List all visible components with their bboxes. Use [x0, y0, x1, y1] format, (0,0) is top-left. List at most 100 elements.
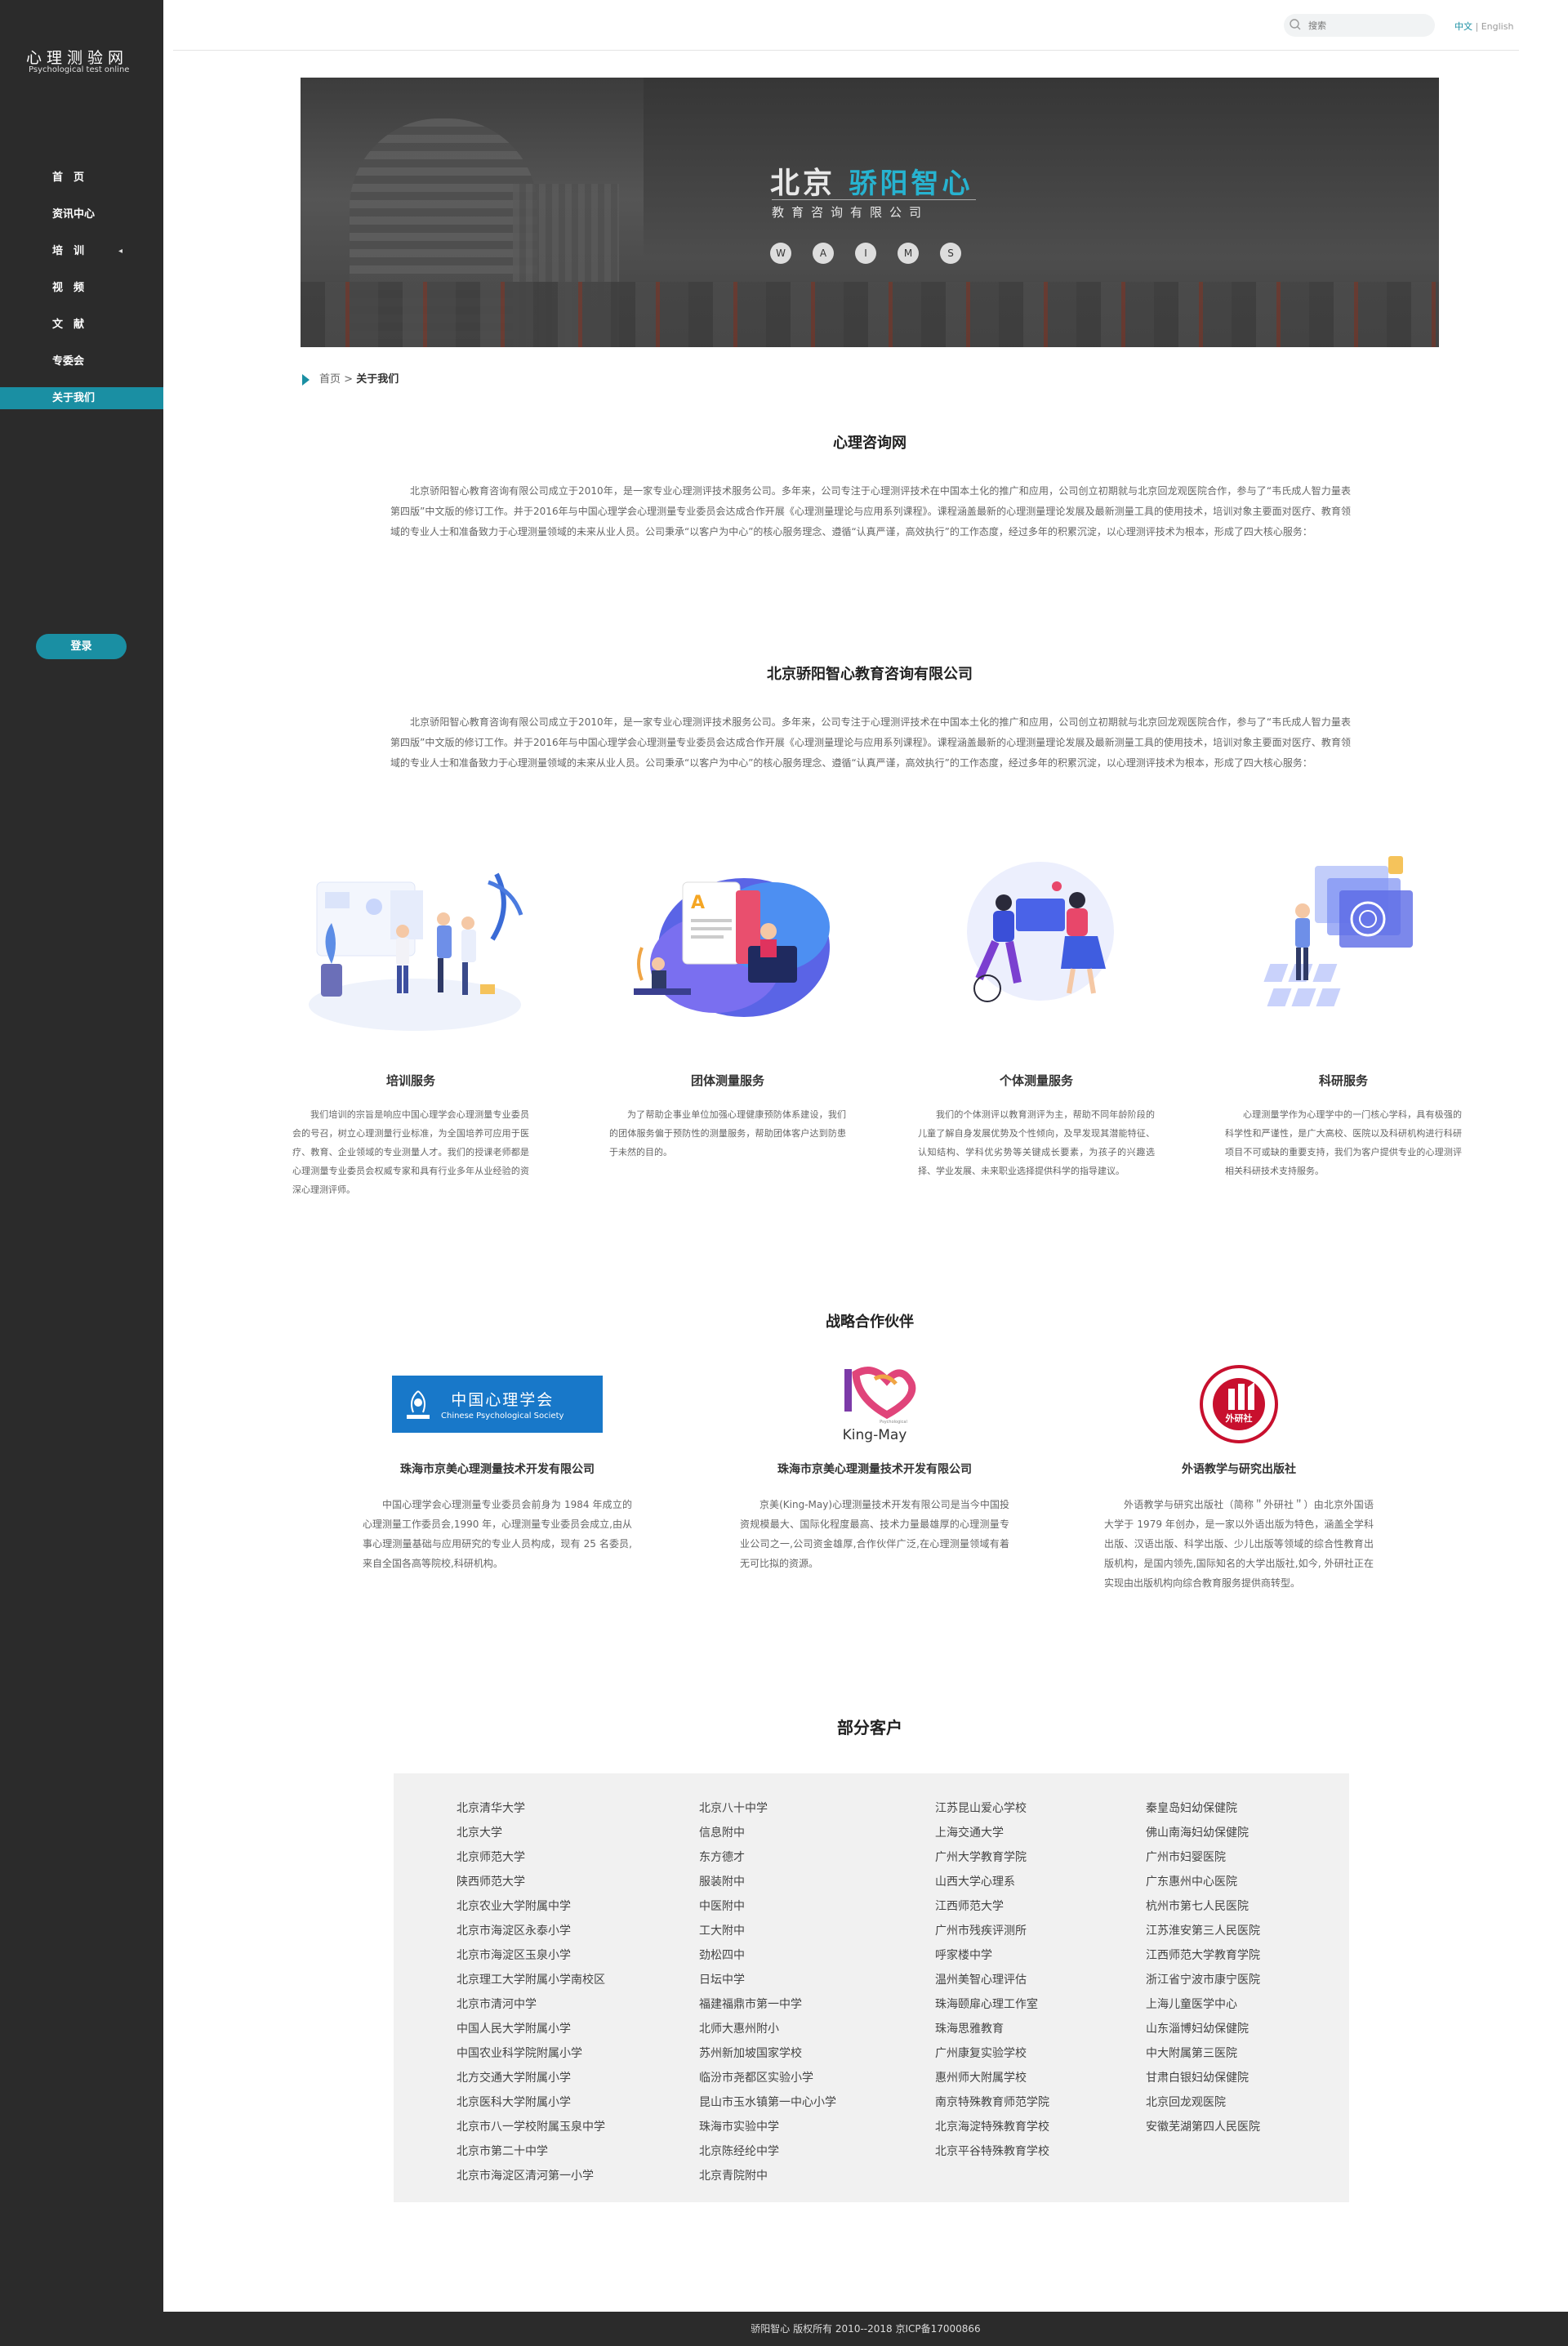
- service-title: 团体测量服务: [690, 1073, 764, 1088]
- client-item: 中大附属第三医院: [1146, 2047, 1237, 2060]
- partner-card-cps: 中国心理学会 Chinese Psychological Society 珠海市…: [363, 1356, 632, 1573]
- nav-label: 视 频: [52, 282, 85, 294]
- client-item: 中医附中: [699, 1900, 745, 1913]
- nav-item-committee[interactable]: 专委会: [0, 350, 163, 372]
- section-paragraph: 北京骄阳智心教育咨询有限公司成立于2010年，是一家专业心理测评技术服务公司。多…: [390, 716, 1351, 769]
- partner-card-kingmay: King-May Psychological 珠海市京美心理测量技术开发有限公司…: [740, 1356, 1009, 1573]
- client-item: 山东淄博妇幼保健院: [1146, 2023, 1249, 2036]
- client-item: 东方德才: [699, 1851, 745, 1864]
- svg-text:A: A: [691, 893, 705, 913]
- service-description: 心理测量学作为心理学中的一门核心学科，具有极强的科学性和严谨性，是广大高校、医院…: [1225, 1109, 1462, 1176]
- search-input[interactable]: [1308, 16, 1431, 34]
- partner-description: 京美(King-May)心理测量技术开发有限公司是当今中国投资规模最大、国际化程…: [740, 1499, 1009, 1569]
- client-item: 浙江省宁波市康宁医院: [1146, 1974, 1260, 1987]
- partner-logo: 外研社: [1104, 1356, 1374, 1452]
- breadcrumb: 首页 > 关于我们: [302, 370, 399, 386]
- nav-item-about[interactable]: 关于我们: [0, 387, 163, 409]
- client-item: 珠海思雅教育: [935, 2023, 1004, 2036]
- nav-item-home[interactable]: 首 页: [0, 167, 163, 189]
- client-item: 北京农业大学附属中学: [457, 1900, 571, 1913]
- client-item: 北京市第二十中学: [457, 2145, 548, 2158]
- client-column: 北京八十中学 信息附中 东方德才 服装附中 中医附中 工大附中 劲松四中 日坛中学 福建福鼎市第…: [699, 1796, 836, 2188]
- client-item: 广州市妇婴医院: [1146, 1851, 1226, 1864]
- client-item: 北京海淀特殊教育学校: [935, 2121, 1049, 2134]
- clients-panel: 北京清华大学 北京大学 北京师范大学 陕西师范大学 北京农业大学附属中学 北京市海淀区永泰…: [394, 1773, 1349, 2202]
- client-item: 佛山南海妇幼保健院: [1146, 1826, 1249, 1840]
- banner-letter-row: W A I M S: [770, 243, 982, 264]
- nav-item-training[interactable]: 培 训 ◂: [0, 240, 163, 262]
- banner-letter-badge: A: [813, 243, 834, 264]
- nav-item-video[interactable]: 视 频: [0, 277, 163, 299]
- client-item: 呼家楼中学: [935, 1949, 992, 1962]
- kingmay-logo: King-May Psychological: [843, 1367, 916, 1443]
- cps-logo-en: Chinese Psychological Society: [441, 1412, 564, 1421]
- client-item: 中国人民大学附属小学: [457, 2023, 571, 2036]
- search-icon[interactable]: [1289, 18, 1302, 31]
- breadcrumb-home-link[interactable]: 首页: [319, 373, 341, 386]
- banner-letter-badge: S: [940, 243, 961, 264]
- lang-chinese-link[interactable]: 中文: [1454, 21, 1472, 32]
- header-divider: [173, 50, 1519, 51]
- client-item: 北京医科大学附属小学: [457, 2096, 571, 2109]
- client-item: 广州康复实验学校: [935, 2047, 1027, 2060]
- client-item: 珠海市实验中学: [699, 2121, 779, 2134]
- nav-label: 专委会: [52, 355, 85, 368]
- service-title: 个体测量服务: [999, 1073, 1073, 1088]
- cps-logo-cn: 中国心理学会: [451, 1391, 555, 1409]
- client-item: 甘肃白银妇幼保健院: [1146, 2072, 1249, 2085]
- client-item: 山西大学心理系: [935, 1875, 1015, 1889]
- partner-name: 外语教学与研究出版社: [1182, 1463, 1296, 1476]
- client-column: 江苏昆山爱心学校 上海交通大学 广州大学教育学院 山西大学心理系 江西师范大学 广州市残疾…: [935, 1796, 1049, 2164]
- banner-city-image: [301, 282, 1439, 347]
- banner-title-accent: 骄阳智心: [849, 167, 973, 200]
- client-item: 珠海颐扉心理工作室: [935, 1998, 1038, 2011]
- service-title: 培训服务: [385, 1073, 435, 1088]
- nav-label: 资讯中心: [52, 208, 96, 221]
- client-item: 北京大学: [457, 1826, 502, 1840]
- client-column: 秦皇岛妇幼保健院 佛山南海妇幼保健院 广州市妇婴医院 广东惠州中心医院 杭州市第七人民医…: [1146, 1796, 1260, 2139]
- client-item: 杭州市第七人民医院: [1146, 1900, 1249, 1913]
- client-item: 日坛中学: [699, 1974, 745, 1987]
- client-item: 北京青院附中: [699, 2170, 768, 2183]
- client-item: 秦皇岛妇幼保健院: [1146, 1802, 1237, 1815]
- site-logo-subtitle: Psychological test online: [29, 65, 130, 74]
- banner-subtitle: 教育咨询有限公司: [772, 199, 976, 221]
- fltrp-logo-text: 外研社: [1225, 1412, 1253, 1424]
- client-item: 广东惠州中心医院: [1146, 1875, 1237, 1889]
- service-card-research: 科研服务 心理测量学作为心理学中的一门核心学科，具有极强的科学性和严谨性，是广大…: [1225, 841, 1462, 1180]
- client-item: 北京市海淀区玉泉小学: [457, 1949, 571, 1962]
- client-item: 广州市残疾评测所: [935, 1925, 1027, 1938]
- client-item: 北京理工大学附属小学南校区: [457, 1974, 605, 1987]
- client-item: 安徽芜湖第四人民医院: [1146, 2121, 1260, 2134]
- service-description: 我们的个体测评以教育测评为主，帮助不同年龄阶段的儿童了解自身发展优势及个性倾向，…: [918, 1109, 1155, 1176]
- service-description: 我们培训的宗旨是响应中国心理学会心理测量专业委员会的号召，树立心理测量行业标准，…: [292, 1109, 529, 1195]
- training-illustration: [292, 841, 529, 1037]
- lang-separator: |: [1472, 21, 1481, 32]
- banner-title: 北京 骄阳智心: [770, 159, 973, 202]
- nav-label: 首 页: [52, 172, 85, 184]
- client-item: 广州大学教育学院: [935, 1851, 1027, 1864]
- client-item: 南京特殊教育师范学院: [935, 2096, 1049, 2109]
- banner-letter-badge: I: [855, 243, 876, 264]
- section-title: 北京骄阳智心教育咨询有限公司: [767, 666, 973, 683]
- site-logo-title[interactable]: 心理测验网: [26, 46, 128, 68]
- client-item: 江西师范大学教育学院: [1146, 1949, 1260, 1962]
- service-description: 为了帮助企事业单位加强心理健康预防体系建设，我们的团体服务偏于预防性的测量服务，…: [609, 1109, 846, 1157]
- footer-copyright: 骄阳智心 版权所有 2010--2018 京ICP备17000866: [163, 2312, 1568, 2346]
- section-title: 心理咨询网: [833, 435, 906, 452]
- nav-item-literature[interactable]: 文 献: [0, 314, 163, 336]
- client-item: 福建福鼎市第一中学: [699, 1998, 802, 2011]
- cps-emblem-icon: [407, 1390, 430, 1419]
- nav-item-news[interactable]: 资讯中心: [0, 203, 163, 225]
- chevron-left-icon: ◂: [118, 247, 123, 256]
- service-card-group: A 团体测量服务 为了帮助企事业单位加强心理健康预防体系建设，我们的团体服务偏于…: [609, 841, 846, 1162]
- partner-logo: King-May Psychological: [740, 1356, 1009, 1452]
- service-card-individual: 个体测量服务 我们的个体测评以教育测评为主，帮助不同年龄阶段的儿童了解自身发展优…: [918, 841, 1155, 1180]
- client-item: 温州美智心理评估: [935, 1974, 1027, 1987]
- client-item: 信息附中: [699, 1826, 745, 1840]
- sidebar: 心理测验网 Psychological test online 首 页 资讯中心…: [0, 0, 163, 2346]
- client-item: 工大附中: [699, 1925, 745, 1938]
- login-button[interactable]: 登录: [36, 634, 127, 659]
- banner-letter-badge: M: [898, 243, 919, 264]
- lang-english-link[interactable]: English: [1481, 21, 1514, 32]
